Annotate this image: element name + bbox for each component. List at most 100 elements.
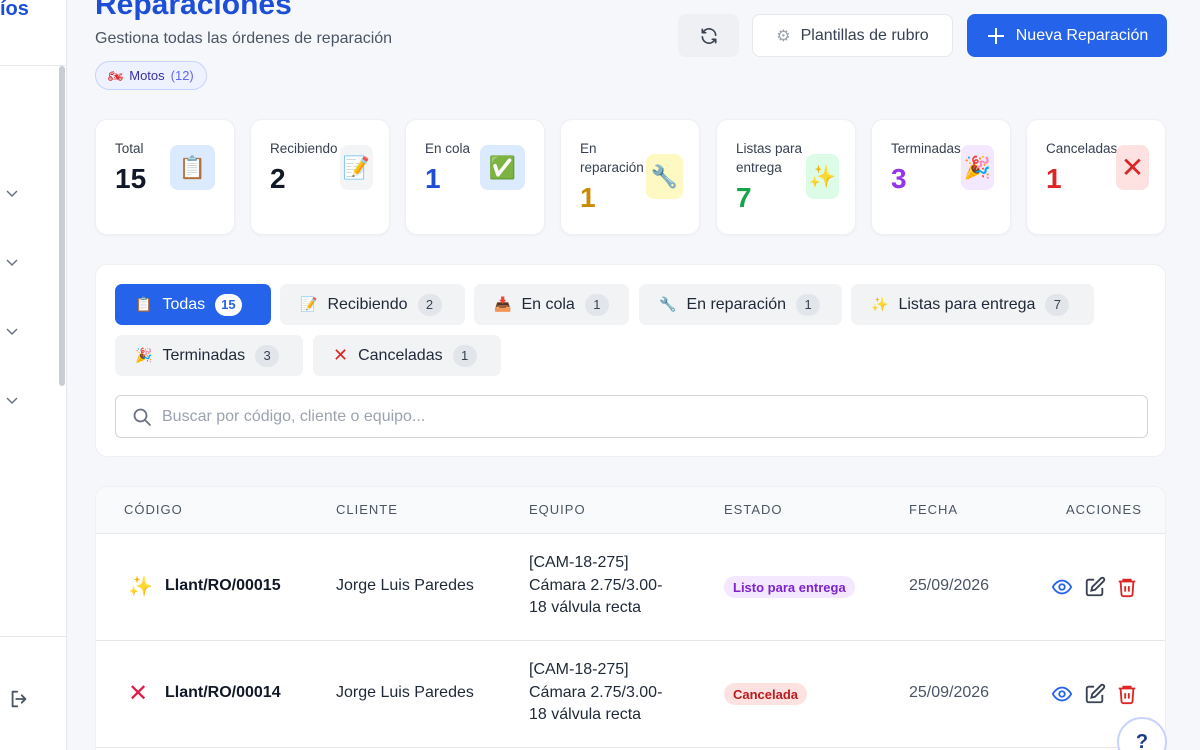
stat-label: En reparación	[580, 141, 644, 175]
wrench-icon: 🔧	[659, 296, 677, 312]
table-row[interactable]: ✕ Llant/RO/00014 Jorge Luis Paredes [CAM…	[96, 641, 1165, 748]
equipment-description: [CAM-18-275] Cámara 2.75/3.00- 18 válvul…	[529, 552, 662, 620]
sparkles-icon: ✨	[128, 576, 153, 598]
trash-icon[interactable]	[1116, 576, 1138, 598]
equipment-description: [CAM-18-275] Cámara 2.75/3.00- 18 válvul…	[529, 659, 662, 727]
new-repair-button-label: Nueva Reparación	[1015, 26, 1149, 44]
equipment-line: 18 válvula recta	[529, 599, 642, 616]
templates-button[interactable]: ⚙ Plantillas de rubro	[752, 14, 953, 57]
tab-label: Recibiendo	[327, 295, 408, 313]
stat-card-receiving: Recibiendo 2 📝	[250, 119, 390, 235]
repair-code[interactable]: Llant/RO/00014	[165, 684, 281, 702]
tab-label: Canceladas	[358, 346, 443, 364]
templates-button-label: Plantillas de rubro	[800, 26, 929, 44]
table-row[interactable]: ✨ Llant/RO/00015 Jorge Luis Paredes [CAM…	[96, 534, 1165, 641]
column-header-status[interactable]: ESTADO	[724, 502, 783, 517]
tab-count: 2	[417, 293, 442, 316]
tab-count: 15	[215, 293, 242, 316]
edit-icon[interactable]	[1084, 683, 1106, 705]
search-box	[115, 395, 1148, 438]
stat-value: 1	[580, 182, 596, 213]
inbox-tray-icon: 📥	[494, 296, 512, 312]
tab-en-reparacion[interactable]: 🔧 En reparación 1	[639, 284, 842, 325]
tab-todas[interactable]: 📋 Todas 15	[115, 284, 271, 325]
refresh-icon	[701, 27, 716, 44]
view-eye-icon[interactable]	[1051, 683, 1073, 705]
clipboard-icon: 📋	[135, 296, 153, 312]
view-eye-icon[interactable]	[1051, 576, 1073, 598]
tab-en-cola[interactable]: 📥 En cola 1	[474, 284, 629, 325]
repairs-table: CÓDIGO CLIENTE EQUIPO ESTADO FECHA ACCIO…	[95, 486, 1166, 750]
repair-date: 25/09/2026	[909, 684, 990, 701]
cross-mark-icon: ✕	[128, 680, 149, 707]
party-popper-icon: 🎉	[135, 347, 153, 363]
status-badge: Listo para entrega	[724, 576, 855, 598]
sidebar: íos	[0, 0, 67, 750]
tab-label: Terminadas	[162, 346, 246, 364]
sidebar-divider	[0, 636, 66, 637]
check-box-icon: ✅	[480, 145, 525, 190]
memo-icon: 📝	[300, 296, 318, 312]
stat-value: 2	[270, 163, 286, 194]
tab-terminadas[interactable]: 🎉 Terminadas 3	[115, 335, 303, 376]
edit-icon[interactable]	[1084, 576, 1106, 598]
category-chip[interactable]: 🏍 Motos (12)	[95, 61, 207, 90]
new-repair-button[interactable]: Nueva Reparación	[967, 14, 1167, 57]
sidebar-scrollbar[interactable]	[59, 66, 65, 386]
tab-canceladas[interactable]: ✕ Canceladas 1	[313, 335, 501, 376]
chevron-down-icon[interactable]	[5, 393, 19, 407]
clipboard-icon: 📋	[170, 145, 215, 190]
brand-logo-text: íos	[0, 0, 29, 20]
tab-label: En cola	[521, 295, 575, 313]
stat-card-cancelled: Canceladas 1 ✕	[1026, 119, 1166, 235]
page-title: Reparaciones	[95, 0, 292, 21]
motorcycle-icon: 🏍	[108, 68, 124, 83]
column-header-code[interactable]: CÓDIGO	[124, 502, 183, 517]
refresh-button[interactable]	[678, 14, 739, 57]
sparkles-icon: ✨	[871, 296, 889, 312]
repair-date: 25/09/2026	[909, 577, 990, 594]
stat-label: Recibiendo	[270, 141, 338, 156]
stat-card-total: Total 15 📋	[95, 119, 235, 235]
client-name: Jorge Luis Paredes	[336, 577, 474, 594]
stat-value: 1	[425, 163, 441, 194]
filter-panel: 📋 Todas 15 📝 Recibiendo 2 📥 En cola 1 🔧 …	[95, 264, 1166, 457]
equipment-line: Cámara 2.75/3.00-	[529, 683, 663, 701]
stat-card-ready: Listas para entrega 7 ✨	[716, 119, 856, 235]
stat-value: 1	[1046, 163, 1062, 194]
stat-label: Listas para entrega	[736, 141, 803, 175]
equipment-line: [CAM-18-275]	[529, 554, 629, 571]
column-header-equipment[interactable]: EQUIPO	[529, 502, 586, 517]
chip-label: Motos	[129, 68, 165, 83]
tab-count: 1	[584, 293, 609, 316]
tab-recibiendo[interactable]: 📝 Recibiendo 2	[280, 284, 465, 325]
plus-icon	[987, 27, 1004, 44]
column-header-actions: ACCIONES	[1066, 502, 1142, 517]
party-popper-icon: 🎉	[961, 145, 994, 190]
sidebar-divider	[0, 65, 66, 66]
status-badge: Cancelada	[724, 683, 808, 705]
stat-card-in-repair: En reparación 1 🔧	[560, 119, 700, 235]
memo-icon: 📝	[340, 145, 373, 190]
stat-value: 3	[891, 163, 907, 194]
stat-value: 7	[736, 182, 752, 213]
logout-icon[interactable]	[8, 688, 30, 710]
equipment-line: Cámara 2.75/3.00-	[529, 576, 663, 594]
chevron-down-icon[interactable]	[5, 186, 19, 200]
stat-label: Terminadas	[891, 141, 961, 156]
cross-mark-icon: ✕	[333, 345, 349, 365]
tab-count: 3	[255, 344, 280, 367]
search-input[interactable]	[162, 396, 1132, 437]
repair-code[interactable]: Llant/RO/00015	[165, 577, 281, 595]
column-header-client[interactable]: CLIENTE	[336, 502, 398, 517]
stat-label: Canceladas	[1046, 141, 1118, 156]
tab-count: 1	[452, 344, 477, 367]
chevron-down-icon[interactable]	[5, 255, 19, 269]
cross-mark-icon: ✕	[1116, 145, 1149, 190]
column-header-date[interactable]: FECHA	[909, 502, 958, 517]
tab-count: 7	[1045, 293, 1070, 316]
chevron-down-icon[interactable]	[5, 324, 19, 338]
tab-listas-para-entrega[interactable]: ✨ Listas para entrega 7	[851, 284, 1094, 325]
stat-card-queue: En cola 1 ✅	[405, 119, 545, 235]
trash-icon[interactable]	[1116, 683, 1138, 705]
